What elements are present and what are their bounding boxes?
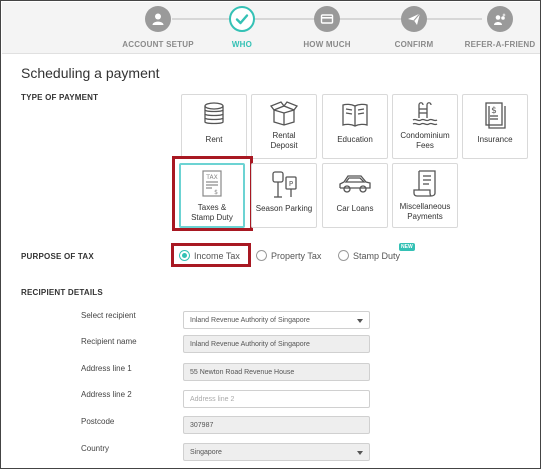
new-badge: NEW: [399, 243, 415, 251]
postcode-field[interactable]: 307987: [183, 416, 370, 434]
type-of-payment-label: TYPE OF PAYMENT: [21, 93, 99, 102]
page-title: Scheduling a payment: [21, 65, 160, 81]
tile-label: Education: [337, 135, 373, 144]
purpose-of-tax-label: PURPOSE OF TAX: [21, 252, 94, 261]
step-refer-a-friend[interactable]: REFER-A-FRIEND: [450, 6, 540, 49]
tax-form-icon: TAX $: [181, 165, 243, 203]
check-icon: [229, 6, 255, 32]
tile-taxes-stamp-duty[interactable]: TAX $ Taxes & Stamp Duty: [179, 163, 245, 228]
tile-label: Insurance: [477, 135, 513, 144]
postcode-label: Postcode: [81, 417, 115, 426]
car-icon: [323, 164, 387, 204]
radio-dot: [179, 250, 190, 261]
svg-text:P: P: [289, 180, 293, 188]
address-line-1-value: 55 Newton Road Revenue House: [190, 368, 295, 376]
address-line-1-field[interactable]: 55 Newton Road Revenue House: [183, 363, 370, 381]
book-icon: [323, 95, 387, 135]
tile-label: Car Loans: [336, 204, 374, 213]
country-value: Singapore: [190, 448, 222, 456]
tile-label: Rental Deposit: [270, 131, 298, 150]
recipient-name-label: Recipient name: [81, 337, 137, 346]
tile-label: Taxes & Stamp Duty: [191, 203, 233, 222]
tile-condominium-fees[interactable]: Condominium Fees: [392, 94, 458, 159]
pool-icon: [393, 95, 457, 131]
address-line-1-label: Address line 1: [81, 364, 132, 373]
coins-icon: [182, 95, 246, 135]
radio-income-tax[interactable]: Income Tax: [179, 250, 240, 261]
radio-label: Property Tax: [271, 250, 322, 261]
box-icon: [252, 95, 316, 131]
users-sparkle-icon: [487, 6, 513, 32]
chevron-down-icon: [357, 319, 363, 323]
page-frame: ACCOUNT SETUP WHO HOW MUCH CONFIRM REFER: [0, 0, 541, 469]
tile-rental-deposit[interactable]: Rental Deposit: [251, 94, 317, 159]
radio-dot: [338, 250, 349, 261]
select-recipient-dropdown[interactable]: Inland Revenue Authority of Singapore: [183, 311, 370, 329]
card-icon: [314, 6, 340, 32]
tile-label: Season Parking: [255, 204, 313, 213]
step-label: HOW MUCH: [303, 40, 351, 49]
recipient-details-label: RECIPIENT DETAILS: [21, 288, 103, 297]
address-line-2-placeholder: Address line 2: [190, 395, 235, 403]
tile-rent[interactable]: Rent: [181, 94, 247, 159]
tile-insurance[interactable]: $ Insurance: [462, 94, 528, 159]
step-label: REFER-A-FRIEND: [464, 40, 536, 49]
tile-education[interactable]: Education: [322, 94, 388, 159]
postcode-value: 307987: [190, 421, 214, 429]
progress-stepper: ACCOUNT SETUP WHO HOW MUCH CONFIRM REFER: [2, 2, 540, 54]
tile-car-loans[interactable]: Car Loans: [322, 163, 388, 228]
svg-text:$: $: [491, 106, 497, 116]
recipient-name-field[interactable]: Inland Revenue Authority of Singapore: [183, 335, 370, 353]
tile-label: Miscellaneous Payments: [399, 202, 451, 221]
svg-text:TAX: TAX: [205, 174, 217, 181]
chevron-down-icon: [357, 451, 363, 455]
paper-plane-icon: [401, 6, 427, 32]
step-how-much[interactable]: HOW MUCH: [277, 6, 377, 49]
tile-label: Condominium Fees: [400, 131, 450, 150]
document-dollar-icon: $: [463, 95, 527, 135]
tile-label: Rent: [205, 135, 223, 144]
country-label: Country: [81, 444, 110, 453]
user-icon: [145, 6, 171, 32]
select-recipient-label: Select recipient: [81, 311, 136, 320]
parking-meter-icon: P: [252, 164, 316, 204]
radio-stamp-duty[interactable]: Stamp Duty: [338, 250, 400, 261]
country-dropdown[interactable]: Singapore: [183, 443, 370, 461]
tile-season-parking[interactable]: P Season Parking: [251, 163, 317, 228]
radio-dot: [256, 250, 267, 261]
select-recipient-value: Inland Revenue Authority of Singapore: [190, 316, 310, 324]
receipt-icon: [393, 164, 457, 202]
address-line-2-field[interactable]: Address line 2: [183, 390, 370, 408]
recipient-name-value: Inland Revenue Authority of Singapore: [190, 340, 310, 348]
address-line-2-label: Address line 2: [81, 390, 132, 399]
tile-miscellaneous-payments[interactable]: Miscellaneous Payments: [392, 163, 458, 228]
step-label: CONFIRM: [394, 40, 434, 49]
radio-property-tax[interactable]: Property Tax: [256, 250, 321, 261]
radio-label: Income Tax: [194, 250, 240, 261]
radio-label: Stamp Duty: [353, 250, 401, 261]
step-confirm[interactable]: CONFIRM: [364, 6, 464, 49]
svg-text:$: $: [214, 189, 218, 196]
